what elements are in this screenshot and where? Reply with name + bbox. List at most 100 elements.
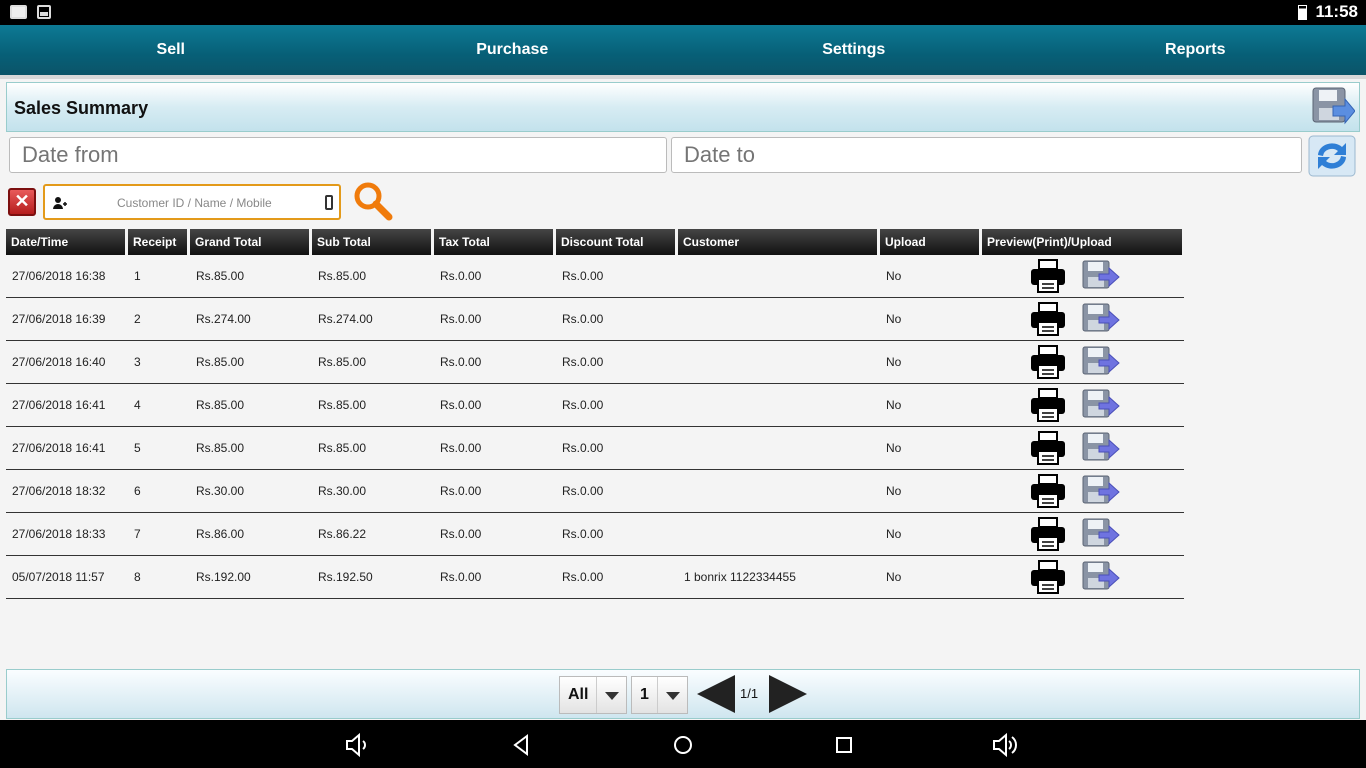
table-cell: Rs.0.00	[562, 527, 604, 541]
table-cell: 27/06/2018 18:32	[12, 484, 106, 498]
table-cell: Rs.85.00	[318, 441, 367, 455]
table-cell: No	[886, 398, 902, 412]
volume-up-icon[interactable]	[992, 732, 1018, 758]
customer-search-field[interactable]: Customer ID / Name / Mobile	[43, 184, 341, 220]
table-cell: Rs.85.00	[196, 398, 245, 412]
printer-icon[interactable]	[1030, 431, 1066, 465]
table-cell: 27/06/2018 16:41	[12, 441, 106, 455]
export-icon[interactable]	[1311, 86, 1355, 128]
column-header: Upload	[880, 229, 979, 255]
printer-icon[interactable]	[1030, 388, 1066, 422]
row-actions	[982, 560, 1182, 594]
table-cell: 1	[134, 269, 141, 283]
printer-icon[interactable]	[1030, 560, 1066, 594]
column-header: Discount Total	[556, 229, 675, 255]
upload-icon[interactable]	[1082, 345, 1120, 377]
upload-icon[interactable]	[1082, 560, 1120, 592]
table-cell: Rs.0.00	[440, 441, 482, 455]
search-icon[interactable]	[352, 180, 394, 222]
table-cell: Rs.0.00	[440, 269, 482, 283]
table-cell: 27/06/2018 18:33	[12, 527, 106, 541]
table-header: Date/Time Receipt Grand Total Sub Total …	[6, 229, 1184, 255]
battery-icon	[1298, 4, 1308, 20]
row-actions	[982, 517, 1182, 551]
table-cell: 27/06/2018 16:40	[12, 355, 106, 369]
printer-icon[interactable]	[1030, 345, 1066, 379]
table-cell: Rs.85.00	[318, 269, 367, 283]
table-cell: Rs.0.00	[562, 269, 604, 283]
nav-purchase[interactable]: Purchase	[342, 25, 684, 75]
upload-icon[interactable]	[1082, 388, 1120, 420]
table-cell: Rs.85.00	[318, 355, 367, 369]
system-nav-bar	[0, 720, 1366, 768]
table-cell: 2	[134, 312, 141, 326]
table-cell: Rs.192.00	[196, 570, 251, 584]
prev-page-icon[interactable]	[697, 675, 735, 713]
nav-reports[interactable]: Reports	[1025, 25, 1366, 75]
table-row: 27/06/2018 16:38 1 Rs.85.00 Rs.85.00 Rs.0.00…	[6, 255, 1184, 298]
notification-icon	[10, 5, 27, 19]
table-cell: Rs.30.00	[318, 484, 367, 498]
clear-customer-button[interactable]: ✕	[8, 188, 36, 216]
date-to-input[interactable]	[671, 137, 1302, 173]
table-cell: 1 bonrix 1122334455	[684, 570, 796, 584]
column-header: Grand Total	[190, 229, 309, 255]
table-row: 27/06/2018 18:33 7 Rs.86.00 Rs.86.22 Rs.0.00…	[6, 513, 1184, 556]
nav-sell[interactable]: Sell	[0, 25, 342, 75]
title-bar: Sales Summary	[6, 82, 1360, 132]
table-cell: 6	[134, 484, 141, 498]
row-actions	[982, 474, 1182, 508]
column-header: Date/Time	[6, 229, 125, 255]
page-dropdown-value: 1	[640, 686, 649, 703]
table-cell: Rs.274.00	[318, 312, 373, 326]
recents-icon[interactable]	[831, 732, 857, 758]
page-dropdown[interactable]: 1	[631, 676, 688, 714]
sales-table: Date/Time Receipt Grand Total Sub Total …	[6, 229, 1184, 599]
table-cell: Rs.0.00	[440, 398, 482, 412]
table-cell: Rs.86.00	[196, 527, 245, 541]
upload-icon[interactable]	[1082, 474, 1120, 506]
pager-bar: All 1 1/1	[6, 669, 1360, 719]
table-cell: Rs.192.50	[318, 570, 373, 584]
table-cell: 5	[134, 441, 141, 455]
table-cell: Rs.0.00	[562, 312, 604, 326]
table-cell: Rs.274.00	[196, 312, 251, 326]
upload-icon[interactable]	[1082, 302, 1120, 334]
table-cell: 27/06/2018 16:39	[12, 312, 106, 326]
volume-down-icon[interactable]	[344, 732, 370, 758]
top-nav: Sell Purchase Settings Reports	[0, 25, 1366, 75]
printer-icon[interactable]	[1030, 474, 1066, 508]
table-cell: Rs.0.00	[440, 484, 482, 498]
filter-dropdown[interactable]: All	[559, 676, 628, 714]
home-icon[interactable]	[670, 732, 696, 758]
next-page-icon[interactable]	[769, 675, 807, 713]
table-cell: Rs.0.00	[562, 441, 604, 455]
table-cell: 27/06/2018 16:38	[12, 269, 106, 283]
status-bar: 11:58	[0, 0, 1366, 25]
mobile-icon	[325, 195, 333, 210]
upload-icon[interactable]	[1082, 431, 1120, 463]
printer-icon[interactable]	[1030, 302, 1066, 336]
nav-settings[interactable]: Settings	[683, 25, 1025, 75]
back-icon[interactable]	[509, 732, 535, 758]
column-header: Receipt	[128, 229, 187, 255]
table-body: 27/06/2018 16:38 1 Rs.85.00 Rs.85.00 Rs.0.00…	[6, 255, 1184, 599]
table-cell: Rs.86.22	[318, 527, 367, 541]
row-actions	[982, 431, 1182, 465]
printer-icon[interactable]	[1030, 259, 1066, 293]
refresh-icon[interactable]	[1308, 135, 1356, 177]
date-from-input[interactable]	[9, 137, 667, 173]
upload-icon[interactable]	[1082, 259, 1120, 291]
table-cell: Rs.30.00	[196, 484, 245, 498]
chevron-down-icon	[596, 677, 626, 713]
table-cell: Rs.0.00	[440, 527, 482, 541]
table-cell: No	[886, 312, 902, 326]
person-add-icon	[53, 197, 67, 209]
printer-icon[interactable]	[1030, 517, 1066, 551]
table-cell: No	[886, 570, 902, 584]
table-cell: No	[886, 269, 902, 283]
table-cell: Rs.0.00	[440, 355, 482, 369]
upload-icon[interactable]	[1082, 517, 1120, 549]
table-row: 27/06/2018 18:32 6 Rs.30.00 Rs.30.00 Rs.0.00…	[6, 470, 1184, 513]
table-cell: 27/06/2018 16:41	[12, 398, 106, 412]
